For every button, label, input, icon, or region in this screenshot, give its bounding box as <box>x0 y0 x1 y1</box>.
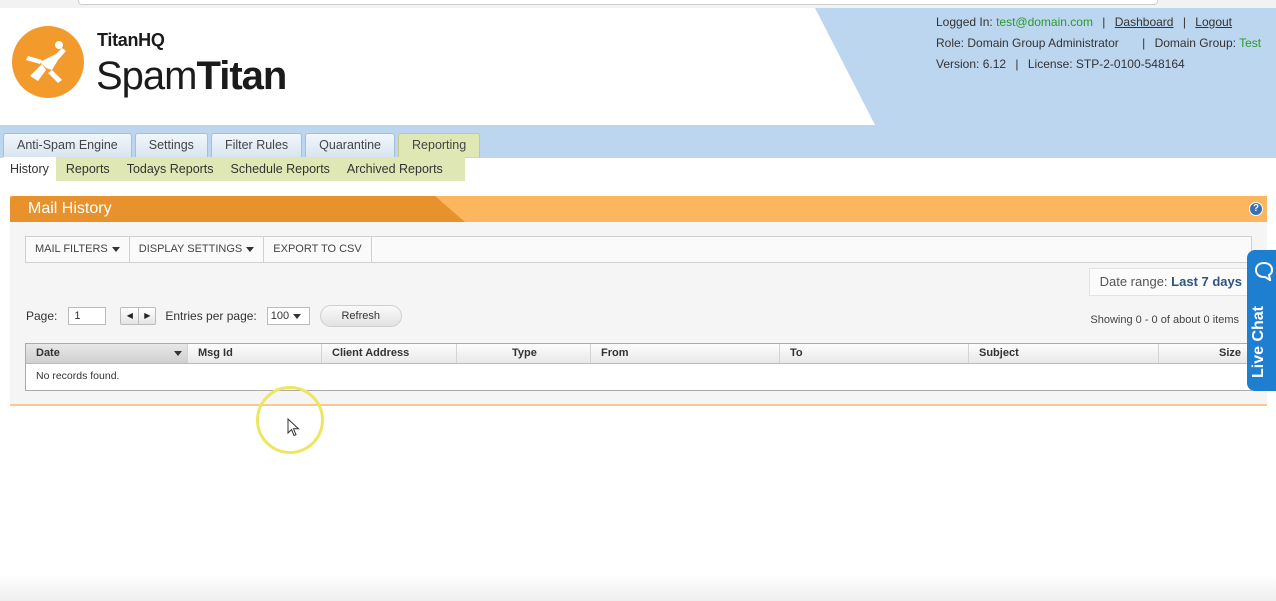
tab-anti-spam-engine[interactable]: Anti-Spam Engine <box>3 133 132 157</box>
spamtitan-wordmark: SpamTitan <box>96 54 287 98</box>
empty-message: No records found. <box>36 370 120 382</box>
subtab-todays-reports[interactable]: Todays Reports <box>120 157 221 181</box>
page-nav: ◀ ▶ <box>120 307 157 325</box>
role-line: Role: Domain Group Administrator | Domai… <box>936 36 1262 50</box>
chevron-down-icon <box>111 246 120 252</box>
tab-reporting[interactable]: Reporting <box>398 133 481 157</box>
login-line: Logged In: test@domain.com | Dashboard |… <box>936 15 1232 29</box>
results-count: Showing 0 - 0 of about 0 items <box>1090 314 1239 326</box>
display-settings-button[interactable]: DISPLAY SETTINGS <box>130 237 265 262</box>
sub-tabs: History Reports Todays Reports Schedule … <box>3 157 465 181</box>
column-msg-id[interactable]: Msg Id <box>188 344 322 363</box>
logo-area: TitanHQ SpamTitan <box>0 8 875 125</box>
column-subject[interactable]: Subject <box>969 344 1159 363</box>
help-icon[interactable]: ? <box>1249 202 1263 216</box>
tab-filter-rules[interactable]: Filter Rules <box>210 133 303 157</box>
user-email: test@domain.com <box>996 15 1093 29</box>
refresh-button[interactable]: Refresh <box>319 305 402 327</box>
mouse-pointer-icon <box>287 418 300 437</box>
chat-bubble-icon <box>1254 261 1274 281</box>
role-value: Domain Group Administrator <box>967 36 1119 50</box>
spamtitan-logo-icon <box>12 26 84 98</box>
bottom-fade <box>0 575 1276 601</box>
pager: Page: 1 ◀ ▶ Entries per page: 100 Refres… <box>26 305 402 327</box>
subtab-schedule-reports[interactable]: Schedule Reports <box>224 157 337 181</box>
page-input[interactable]: 1 <box>68 307 107 325</box>
license-value: STP-2-0100-548164 <box>1075 57 1185 71</box>
version-label: Version: <box>936 57 980 71</box>
entries-per-page-label: Entries per page: <box>165 309 257 323</box>
date-range-label: Date range: <box>1099 274 1168 289</box>
panel-title: Mail History <box>28 200 112 217</box>
chevron-down-icon <box>293 313 302 319</box>
user-info: Logged In: test@domain.com | Dashboard |… <box>936 12 1261 75</box>
domain-group-value: Test <box>1239 36 1262 50</box>
subtab-archived-reports[interactable]: Archived Reports <box>340 157 450 181</box>
subtab-reports[interactable]: Reports <box>59 157 117 181</box>
mail-filters-button[interactable]: MAIL FILTERS <box>26 237 130 262</box>
chevron-down-icon <box>246 246 255 252</box>
column-size[interactable]: Size <box>1159 344 1251 363</box>
page-label: Page: <box>26 309 58 323</box>
date-range[interactable]: Date range: Last 7 days <box>1088 268 1253 296</box>
prev-page-icon[interactable]: ◀ <box>121 308 138 324</box>
browser-address-bar[interactable] <box>78 0 1158 5</box>
column-date[interactable]: Date <box>26 344 188 363</box>
main-tabs: Anti-Spam Engine Settings Filter Rules Q… <box>3 133 483 157</box>
column-to[interactable]: To <box>780 344 969 363</box>
live-chat-label: Live Chat <box>1250 305 1267 378</box>
dashboard-link[interactable]: Dashboard <box>1115 15 1174 29</box>
logout-link[interactable]: Logout <box>1195 15 1232 29</box>
column-type[interactable]: Type <box>457 344 591 363</box>
tab-quarantine[interactable]: Quarantine <box>305 133 396 157</box>
panel-body: MAIL FILTERS DISPLAY SETTINGS EXPORT TO … <box>10 222 1267 406</box>
export-csv-button[interactable]: EXPORT TO CSV <box>264 237 372 262</box>
mail-history-table: Date Msg Id Client Address Type From To … <box>25 343 1252 391</box>
panel-header: Mail History ? <box>10 196 1267 222</box>
titanhq-logo-text: TitanHQ <box>97 30 165 50</box>
browser-top-strip <box>0 0 1276 8</box>
live-chat-button[interactable]: Live Chat <box>1247 250 1276 391</box>
column-from[interactable]: From <box>591 344 780 363</box>
table-header: Date Msg Id Client Address Type From To … <box>26 344 1251 364</box>
tab-settings[interactable]: Settings <box>134 133 208 157</box>
next-page-icon[interactable]: ▶ <box>138 308 155 324</box>
logged-in-label: Logged In: <box>936 15 993 29</box>
role-label: Role: <box>936 36 965 50</box>
sort-desc-icon <box>174 351 182 356</box>
entries-per-page-select[interactable]: 100 <box>266 307 310 325</box>
subtab-history[interactable]: History <box>3 157 56 181</box>
version-value: 6.12 <box>982 57 1007 71</box>
date-range-value[interactable]: Last 7 days <box>1171 274 1242 289</box>
column-client-address[interactable]: Client Address <box>322 344 457 363</box>
version-line: Version: 6.12 | License: STP-2-0100-5481… <box>936 57 1185 71</box>
license-label: License: <box>1027 57 1073 71</box>
domain-group-label: Domain Group: <box>1154 36 1236 50</box>
toolbar: MAIL FILTERS DISPLAY SETTINGS EXPORT TO … <box>25 236 1252 263</box>
